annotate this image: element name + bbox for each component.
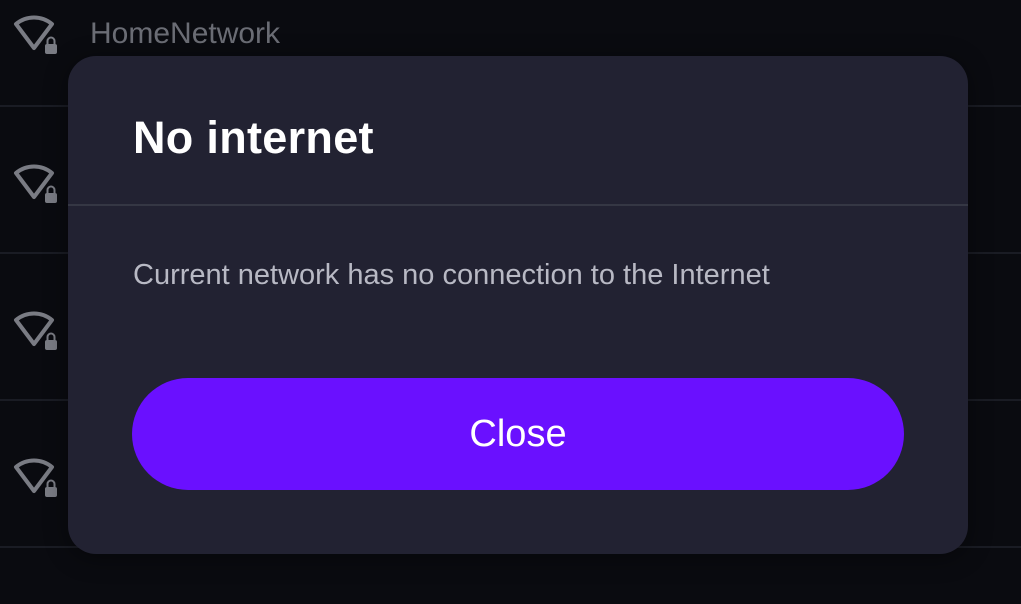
dialog-header: No internet <box>68 56 968 206</box>
wifi-locked-icon <box>14 311 57 350</box>
close-button[interactable]: Close <box>132 378 904 490</box>
dialog-title: No internet <box>133 112 374 163</box>
screen: HomeNetwork No internet Current network … <box>0 0 1021 604</box>
network-name: HomeNetwork <box>90 17 281 50</box>
close-button-label: Close <box>469 412 567 455</box>
wifi-locked-icon <box>14 458 57 497</box>
dialog-message: Current network has no connection to the… <box>133 259 770 291</box>
wifi-locked-icon <box>14 15 57 54</box>
wifi-locked-icon <box>14 164 57 203</box>
no-internet-dialog: No internet Current network has no conne… <box>68 56 968 554</box>
